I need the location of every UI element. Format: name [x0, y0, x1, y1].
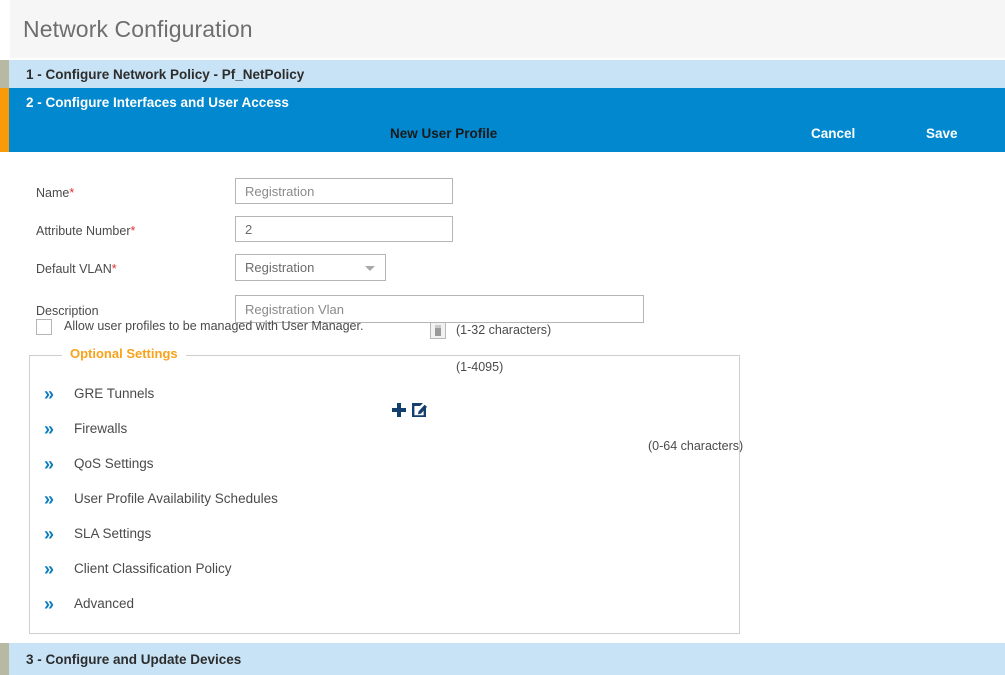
step-3-accent-bar	[0, 643, 9, 675]
user-manager-checkbox[interactable]	[36, 319, 52, 335]
optional-setting-label: Client Classification Policy	[74, 561, 232, 576]
step-2-accent-bar	[0, 88, 9, 116]
page-header: Network Configuration	[10, 0, 1005, 58]
page-title: Network Configuration	[23, 16, 253, 43]
form-action-bar: New User Profile Cancel Save	[0, 116, 1005, 152]
step-row-2[interactable]: 2 - Configure Interfaces and User Access	[0, 88, 1005, 116]
optional-setting-item[interactable]: » Firewalls	[37, 413, 727, 448]
default-vlan-label-text: Default VLAN	[36, 262, 112, 276]
optional-setting-label: Advanced	[74, 596, 134, 611]
optional-setting-item[interactable]: » SLA Settings	[37, 518, 727, 553]
chevron-double-right-icon: »	[44, 595, 54, 613]
name-helper-text: (1-32 characters)	[456, 323, 551, 337]
user-manager-checkbox-label: Allow user profiles to be managed with U…	[64, 319, 363, 333]
chevron-down-icon	[365, 266, 375, 271]
optional-setting-label: SLA Settings	[74, 526, 151, 541]
name-label-text: Name	[36, 186, 69, 200]
step-2-label: 2 - Configure Interfaces and User Access	[26, 95, 289, 110]
chevron-double-right-icon: »	[44, 385, 54, 403]
optional-setting-item[interactable]: » User Profile Availability Schedules	[37, 483, 727, 518]
attribute-number-label-text: Attribute Number	[36, 224, 130, 238]
optional-setting-item[interactable]: » Advanced	[37, 588, 727, 623]
cancel-button[interactable]: Cancel	[811, 126, 855, 141]
chevron-double-right-icon: »	[44, 525, 54, 543]
optional-setting-label: QoS Settings	[74, 456, 154, 471]
resize-grip-icon[interactable]	[430, 321, 446, 339]
step-3-label: 3 - Configure and Update Devices	[26, 652, 241, 667]
optional-setting-label: Firewalls	[74, 421, 127, 436]
name-input[interactable]	[235, 178, 453, 204]
description-label: Description	[36, 304, 99, 318]
optional-settings-legend: Optional Settings	[62, 346, 186, 361]
chevron-double-right-icon: »	[44, 490, 54, 508]
default-vlan-required-marker: *	[112, 262, 117, 276]
save-button[interactable]: Save	[926, 126, 958, 141]
attribute-number-required-marker: *	[130, 224, 135, 238]
action-bar-accent-bar	[0, 116, 9, 152]
step-row-1[interactable]: 1 - Configure Network Policy - Pf_NetPol…	[0, 60, 1005, 88]
optional-setting-item[interactable]: » Client Classification Policy	[37, 553, 727, 588]
name-required-marker: *	[69, 186, 74, 200]
user-profile-form: Name* (1-32 characters) Attribute Number…	[0, 152, 1005, 643]
step-row-3[interactable]: 3 - Configure and Update Devices	[0, 643, 1005, 675]
step-1-label: 1 - Configure Network Policy - Pf_NetPol…	[26, 67, 304, 82]
chevron-double-right-icon: »	[44, 420, 54, 438]
default-vlan-selected-value: Registration	[245, 260, 314, 275]
optional-setting-item[interactable]: » QoS Settings	[37, 448, 727, 483]
attribute-number-label: Attribute Number*	[36, 224, 135, 238]
name-label: Name*	[36, 186, 74, 200]
resize-grip-inner	[435, 325, 441, 336]
step-1-accent-bar	[0, 60, 9, 88]
optional-setting-label: GRE Tunnels	[74, 386, 154, 401]
chevron-double-right-icon: »	[44, 455, 54, 473]
optional-setting-label: User Profile Availability Schedules	[74, 491, 278, 506]
optional-settings-panel: Optional Settings »GRE Tunnels»Firewalls…	[29, 355, 740, 634]
form-title: New User Profile	[390, 126, 497, 141]
default-vlan-select[interactable]: Registration	[235, 254, 386, 281]
default-vlan-label: Default VLAN*	[36, 262, 117, 276]
optional-setting-item[interactable]: » GRE Tunnels	[37, 378, 727, 413]
chevron-double-right-icon: »	[44, 560, 54, 578]
attribute-number-input[interactable]	[235, 216, 453, 242]
